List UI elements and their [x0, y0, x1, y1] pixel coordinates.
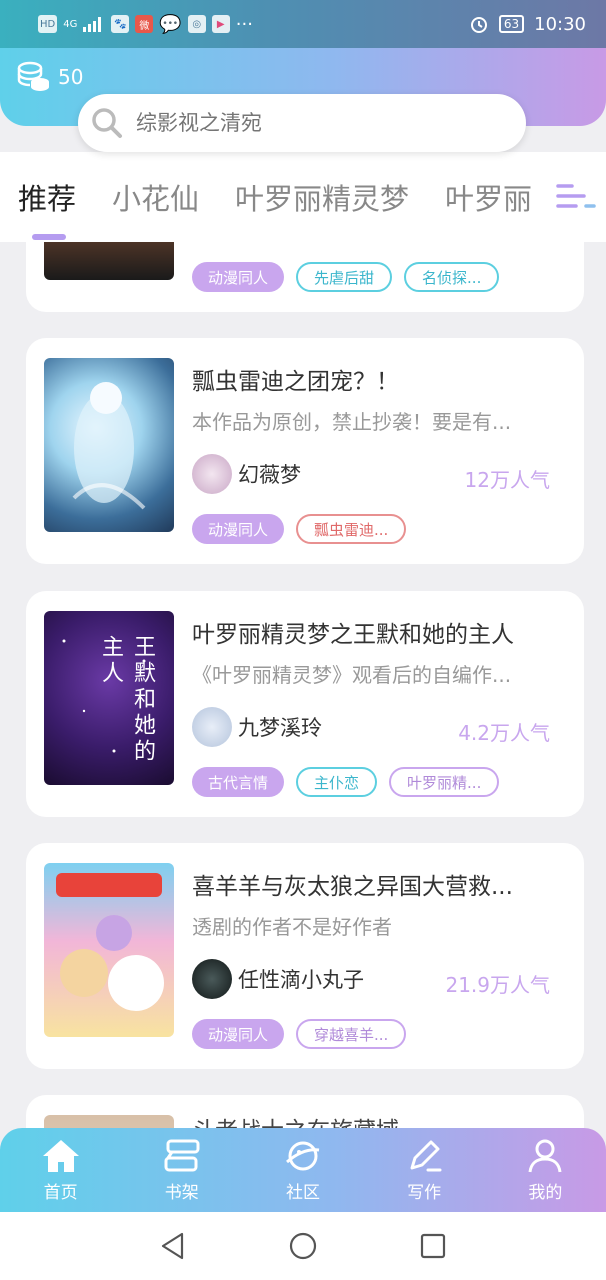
book-card[interactable]: 王默和她的主人 叶罗丽精灵梦之王默和她的主人 《叶罗丽精灵梦》观看后的自编作..…: [26, 591, 584, 817]
tab-recommend[interactable]: 推荐: [18, 176, 76, 240]
cover-text: 王默和她的主人: [98, 635, 155, 765]
book-cover: [44, 358, 174, 532]
tab-yeluoli-jinglingmeng[interactable]: 叶罗丽精灵梦: [235, 176, 409, 218]
tab-yeluoli[interactable]: 叶罗丽: [445, 176, 532, 218]
tab-menu-button[interactable]: [546, 152, 606, 242]
status-icons: HD 4G 🐾 微 💬 ◎ ▶ ···: [38, 14, 253, 35]
status-bar: HD 4G 🐾 微 💬 ◎ ▶ ··· 63 10:30: [0, 0, 606, 48]
weibo-icon: 微: [135, 15, 154, 33]
author-info[interactable]: 九梦溪玲: [192, 707, 322, 747]
home-icon: [42, 1139, 79, 1172]
search-icon: [92, 108, 122, 138]
avatar: [192, 454, 232, 494]
menu-lines-icon: [556, 184, 596, 208]
tag[interactable]: 动漫同人: [192, 514, 285, 544]
book-title: 叶罗丽精灵梦之王默和她的主人: [192, 622, 514, 648]
network-label: 4G: [63, 18, 78, 30]
tag[interactable]: 古代言情: [192, 767, 285, 797]
nav-bookshelf[interactable]: 书架: [142, 1138, 222, 1203]
battery-icon: 63: [498, 15, 525, 33]
book-cover: 王默和她的主人: [44, 611, 174, 785]
tag[interactable]: 动漫同人: [192, 1019, 285, 1049]
back-icon[interactable]: [158, 1231, 188, 1261]
author-info[interactable]: 任性滴小丸子: [192, 959, 364, 999]
tag[interactable]: 叶罗丽精...: [389, 767, 500, 797]
baidu-icon: 🐾: [111, 15, 130, 33]
tag[interactable]: 先虐后甜: [296, 262, 393, 292]
popularity-count: 12万人气: [464, 468, 550, 492]
tag[interactable]: 动漫同人: [192, 262, 285, 292]
tab-xiaohuaxian[interactable]: 小花仙: [112, 176, 199, 218]
popularity-count: 4.2万人气: [458, 721, 550, 745]
nav-label: 首页: [43, 1182, 78, 1203]
nav-label: 写作: [407, 1182, 442, 1203]
recents-icon[interactable]: [418, 1231, 448, 1261]
tag-list: 动漫同人 穿越喜羊...: [192, 1019, 407, 1049]
video-icon: ▶: [211, 15, 230, 33]
tag[interactable]: 瓢虫雷迪...: [296, 514, 407, 544]
tag-list: 动漫同人 瓢虫雷迪...: [192, 514, 407, 544]
nav-label: 社区: [285, 1182, 320, 1203]
hd-icon: HD: [38, 15, 58, 33]
author-info[interactable]: 幻薇梦: [192, 454, 301, 494]
system-navigation-bar: [0, 1212, 606, 1280]
book-card[interactable]: 喜羊羊与灰太狼之异国大营救... 透剧的作者不是好作者 任性滴小丸子 21.9万…: [26, 843, 584, 1069]
nav-label: 书架: [164, 1182, 199, 1203]
alarm-icon: [470, 17, 487, 33]
avatar: [192, 707, 232, 747]
tag-list: 动漫同人 先虐后甜 名侦探...: [192, 262, 500, 292]
author-name: 九梦溪玲: [238, 716, 322, 740]
search-input[interactable]: [136, 111, 496, 135]
nav-home[interactable]: 首页: [21, 1138, 101, 1203]
avatar: [192, 959, 232, 999]
coin-count: 50: [58, 65, 84, 89]
book-cover: [44, 863, 174, 1037]
book-description: 《叶罗丽精灵梦》观看后的自编作...: [192, 663, 512, 687]
nav-profile[interactable]: 我的: [505, 1138, 585, 1203]
wechat-icon: 💬: [159, 13, 182, 35]
author-name: 幻薇梦: [238, 463, 301, 487]
home-circle-icon[interactable]: [288, 1231, 318, 1261]
tag[interactable]: 穿越喜羊...: [296, 1019, 407, 1049]
category-tabs: 推荐 小花仙 叶罗丽精灵梦 叶罗丽: [0, 152, 606, 242]
tag[interactable]: 名侦探...: [404, 262, 500, 292]
book-description: 本作品为原创，禁止抄袭！要是有...: [192, 410, 512, 434]
clock: 10:30: [534, 13, 586, 35]
signal-icon: [83, 17, 102, 32]
popularity-count: 21.9万人气: [445, 973, 550, 997]
nav-community[interactable]: 社区: [263, 1138, 343, 1203]
user-icon: [528, 1139, 562, 1172]
planet-icon: [285, 1141, 320, 1170]
pen-icon: [410, 1140, 442, 1171]
more-icon: ···: [235, 13, 253, 35]
nav-write[interactable]: 写作: [384, 1138, 464, 1203]
tag-list: 古代言情 主仆恋 叶罗丽精...: [192, 767, 500, 797]
tag[interactable]: 主仆恋: [296, 767, 378, 797]
app-icon: ◎: [187, 15, 206, 33]
bookshelf-icon: [164, 1139, 200, 1171]
book-title: 喜羊羊与灰太狼之异国大营救...: [192, 874, 513, 900]
coins-icon: [17, 61, 49, 91]
book-description: 透剧的作者不是好作者: [192, 915, 392, 939]
book-card[interactable]: 瓢虫雷迪之团宠？！ 本作品为原创，禁止抄袭！要是有... 幻薇梦 12万人气 动…: [26, 338, 584, 564]
nav-label: 我的: [528, 1182, 563, 1203]
book-title: 瓢虫雷迪之团宠？！: [192, 369, 399, 395]
coin-balance[interactable]: 50: [16, 60, 83, 94]
search-bar[interactable]: [78, 94, 526, 152]
author-name: 任性滴小丸子: [238, 968, 364, 992]
bottom-navigation: 首页 书架 社区 写作 我的: [0, 1128, 606, 1212]
